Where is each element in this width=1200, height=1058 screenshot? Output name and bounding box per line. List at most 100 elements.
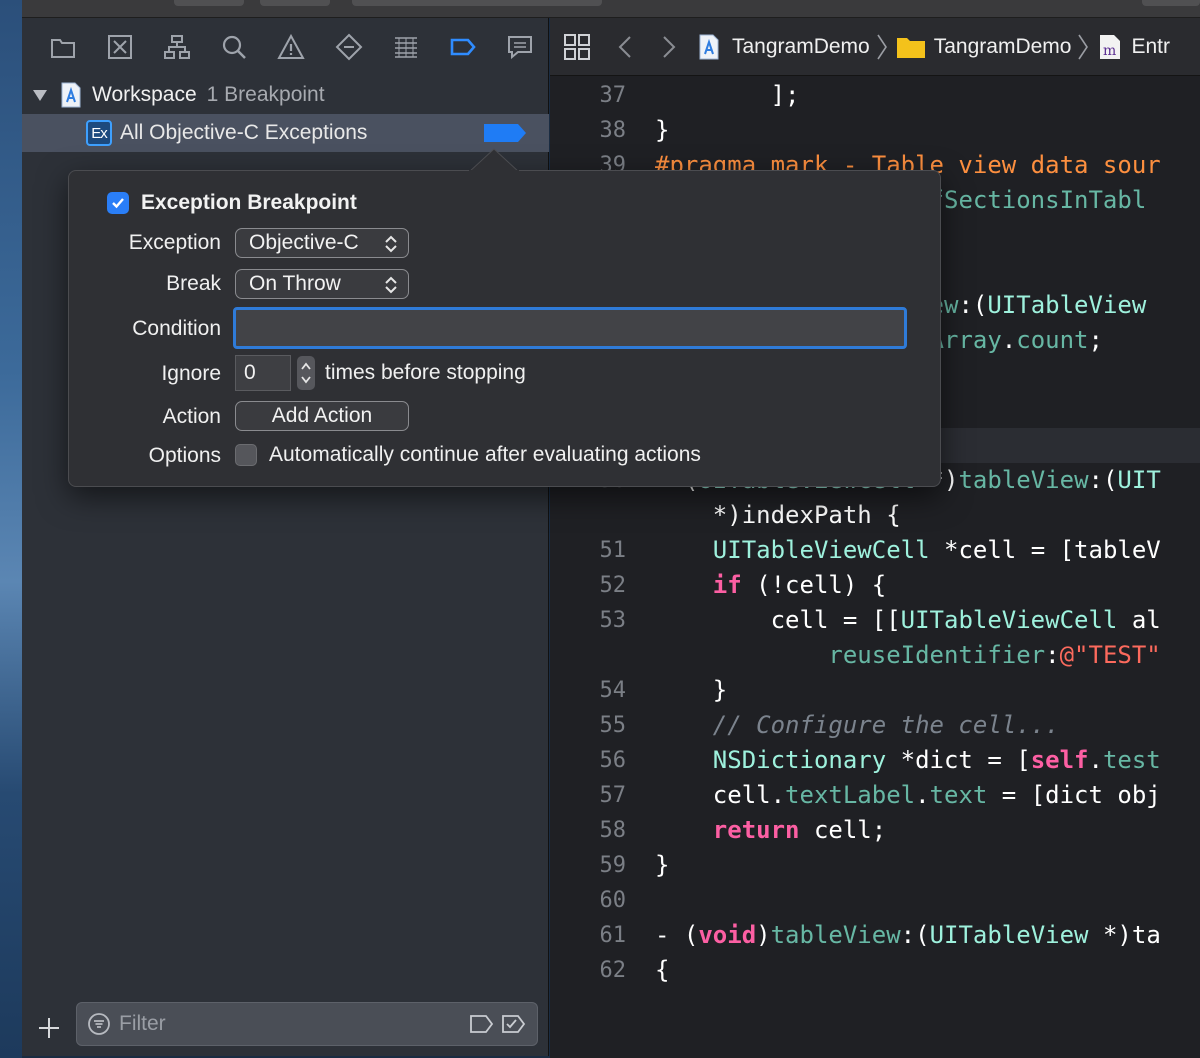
disclosure-triangle-icon[interactable] [32,87,48,103]
filter-input[interactable] [119,1012,459,1036]
breakpoint-flag-icon[interactable] [483,123,527,143]
ignore-count-stepper[interactable] [297,356,315,390]
path-separator-icon [876,33,888,61]
exception-breakpoint-popover: Exception Breakpoint Exception Objective… [68,170,941,487]
popover-title: Exception Breakpoint [107,191,357,215]
line-number[interactable]: 56 [550,743,626,778]
code-token: } [655,851,669,879]
code-token: : [1045,641,1059,669]
code-line[interactable]: 55 // Configure the cell... [550,708,1200,743]
back-button[interactable] [618,35,632,59]
exception-type-value: Objective-C [249,231,359,255]
filter-field[interactable] [76,1002,538,1046]
code-token: - ( [655,921,698,949]
options-label: Options [69,444,221,468]
code-token: NSDictionary [713,746,886,774]
code-line[interactable]: 57 cell.textLabel.text = [dict obj [550,778,1200,813]
find-navigator-tab[interactable] [206,27,263,67]
chevron-updown-icon [384,234,398,254]
exception-type-popup[interactable]: Objective-C [235,228,409,258]
add-breakpoint-button[interactable] [22,1008,76,1048]
workspace-icon [60,82,82,108]
ignore-count-field[interactable]: 0 [235,355,291,391]
code-line[interactable]: *)indexPath { [550,498,1200,533]
project-icon [698,34,720,60]
condition-input[interactable] [236,310,904,346]
workspace-row[interactable]: Workspace 1 Breakpoint [22,76,549,114]
code-token: UITableViewCell [901,606,1118,634]
breakpoint-label: All Objective-C Exceptions [120,121,367,145]
line-number[interactable]: 57 [550,778,626,813]
breakpoint-filter-icon[interactable] [469,1013,495,1035]
filter-icon [87,1012,111,1036]
line-number[interactable]: 53 [550,603,626,638]
code-line[interactable]: 54 } [550,673,1200,708]
jumpbar-folder[interactable]: TangramDemo [896,35,1072,59]
breakpoint-row[interactable]: Ex All Objective-C Exceptions [22,114,549,152]
line-number[interactable]: 62 [550,953,626,988]
line-number[interactable]: 55 [550,708,626,743]
test-navigator-tab[interactable] [320,27,377,67]
folder-icon [49,33,77,61]
debug-navigator-tab[interactable] [377,27,434,67]
add-action-button[interactable]: Add Action [235,401,409,431]
path-separator-icon [1077,33,1089,61]
folder-icon [896,35,926,59]
project-navigator-tab[interactable] [34,27,91,67]
code-text: } [655,673,727,708]
source-control-navigator-tab[interactable] [91,27,148,67]
break-value: On Throw [249,272,341,296]
line-number[interactable]: 37 [550,78,626,113]
code-line[interactable]: 60 [550,883,1200,918]
jumpbar-file[interactable]: m Entr [1099,34,1170,60]
code-token: @"TEST" [1060,641,1161,669]
code-line[interactable]: 56 NSDictionary *dict = [self.test [550,743,1200,778]
condition-field[interactable] [233,307,907,349]
code-line[interactable]: 38} [550,113,1200,148]
code-line[interactable]: 37 ]; [550,78,1200,113]
line-number[interactable]: 61 [550,918,626,953]
code-token [655,536,713,564]
forward-button[interactable] [662,35,676,59]
code-text: if (!cell) { [655,568,886,603]
code-token [655,641,828,669]
code-line[interactable]: 62 { [550,953,1200,988]
stepper-arrows-icon [297,356,315,390]
code-line[interactable]: 59} [550,848,1200,883]
enable-breakpoint-checkbox[interactable] [107,192,129,214]
line-number[interactable]: 60 [550,883,626,918]
chevron-updown-icon [384,275,398,295]
line-number[interactable]: 52 [550,568,626,603]
auto-continue-option[interactable]: Automatically continue after evaluating … [235,443,701,467]
code-token: *)indexPath { [655,501,901,529]
line-number[interactable]: 58 [550,813,626,848]
ignore-suffix: times before stopping [325,361,526,385]
auto-continue-checkbox[interactable] [235,444,257,466]
related-items-button[interactable] [564,34,590,60]
code-line[interactable]: 61- (void)tableView:(UITableView *)ta [550,918,1200,953]
code-text: reuseIdentifier:@"TEST" [655,638,1161,673]
chevron-left-icon [618,35,632,59]
jumpbar-project[interactable]: TangramDemo [698,34,870,60]
enabled-breakpoint-filter-icon[interactable] [501,1013,527,1035]
code-token: // Configure the cell... [655,711,1060,739]
issue-navigator-tab[interactable] [263,27,320,67]
code-line[interactable]: 51 UITableViewCell *cell = [tableV [550,533,1200,568]
code-line[interactable]: reuseIdentifier:@"TEST" [550,638,1200,673]
line-number[interactable]: 51 [550,533,626,568]
code-text: { [655,953,669,988]
line-number[interactable]: 54 [550,673,626,708]
line-number[interactable]: 38 [550,113,626,148]
code-line[interactable]: 58 return cell; [550,813,1200,848]
line-number[interactable]: 59 [550,848,626,883]
objc-file-icon: m [1099,34,1121,60]
report-navigator-tab[interactable] [492,27,549,67]
symbol-navigator-tab[interactable] [148,27,205,67]
code-text: } [655,848,669,883]
code-line[interactable]: 52 if (!cell) { [550,568,1200,603]
break-popup[interactable]: On Throw [235,269,409,299]
exception-icon: Ex [86,120,112,146]
navigator-toolbar [22,18,549,76]
code-line[interactable]: 53 cell = [[UITableViewCell al [550,603,1200,638]
breakpoint-navigator-tab[interactable] [435,27,492,67]
